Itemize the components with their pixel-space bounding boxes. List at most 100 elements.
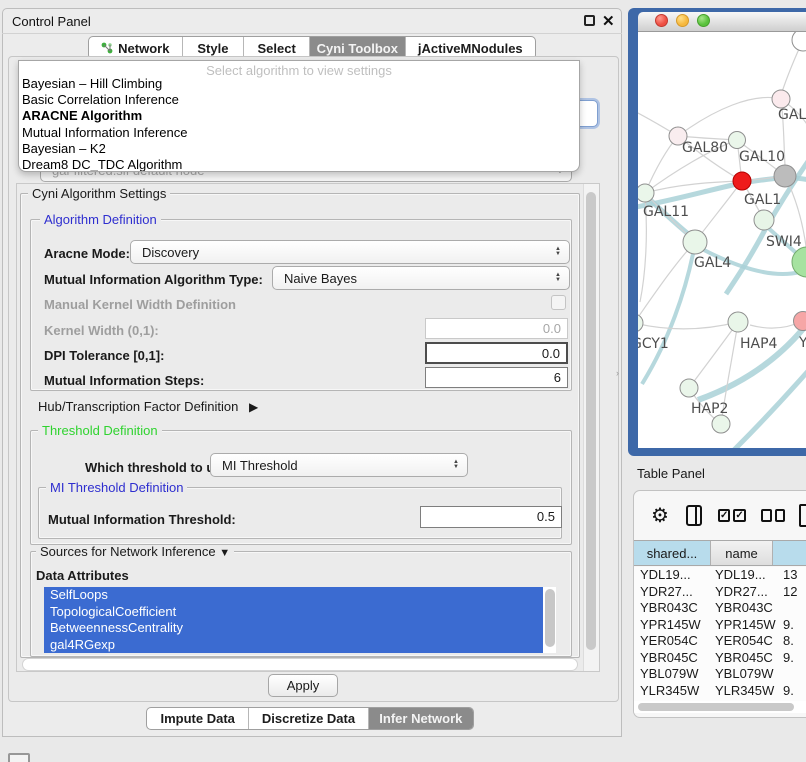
close-icon[interactable]: ✕ xyxy=(602,12,615,30)
combo-value: Discovery xyxy=(142,245,199,260)
table-row[interactable]: YBL079WYBL079W xyxy=(634,666,806,683)
hub-definition-expander[interactable]: Hub/Transcription Factor Definition ▶ xyxy=(38,399,258,414)
close-traffic-light[interactable] xyxy=(655,14,668,27)
node-label: HAP2 xyxy=(691,401,728,417)
table-row[interactable]: YLR345WYLR345W9. xyxy=(634,683,806,700)
edge xyxy=(642,244,695,384)
network-node[interactable] xyxy=(792,32,806,51)
spinner-icon: ▲▼ xyxy=(551,247,569,257)
list-item[interactable]: TopologicalCoefficient xyxy=(44,604,543,621)
manual-kernel-width-label: Manual Kernel Width Definition xyxy=(44,297,236,312)
node-label: GAL4 xyxy=(694,255,731,271)
mi-steps-field[interactable]: 6 xyxy=(425,367,568,388)
zoom-traffic-light[interactable] xyxy=(697,14,710,27)
node-label: SWI4 xyxy=(766,234,802,250)
table-horizontal-scrollbar[interactable] xyxy=(634,701,806,713)
network-node[interactable] xyxy=(772,90,790,108)
spinner-icon: ▲▼ xyxy=(551,273,569,283)
apply-label: Apply xyxy=(287,678,320,693)
edge xyxy=(678,97,781,136)
network-node[interactable] xyxy=(754,210,774,230)
list-item[interactable]: SelfLoops xyxy=(44,587,543,604)
table-toolbar: ⚙ ✓ ✓ xyxy=(634,491,806,539)
network-node[interactable] xyxy=(683,230,707,254)
network-node[interactable] xyxy=(638,314,643,332)
collapse-arrow-icon: ▼ xyxy=(219,547,230,559)
dropdown-item[interactable]: Bayesian – K2 xyxy=(19,141,579,157)
table-row[interactable]: YBR045CYBR045C9. xyxy=(634,650,806,667)
tab-infer-network[interactable]: Infer Network xyxy=(369,708,473,729)
network-icon xyxy=(101,42,113,54)
table-row[interactable]: YBR043CYBR043C xyxy=(634,600,806,617)
table-hscroll-thumb[interactable] xyxy=(638,703,794,711)
dpi-tolerance-field[interactable]: 0.0 xyxy=(425,342,568,364)
bottom-tabs: Impute Data Discretize Data Infer Networ… xyxy=(146,707,474,730)
kernel-width-field[interactable]: 0.0 xyxy=(425,318,568,339)
unchecked-box-icon[interactable] xyxy=(775,509,786,522)
table-panel-title: Table Panel xyxy=(637,466,705,481)
column-header-name[interactable]: name xyxy=(711,541,773,565)
group-title: Algorithm Definition xyxy=(40,213,161,226)
apply-button[interactable]: Apply xyxy=(268,674,338,697)
table-body: YDL19...YDL19...13 YDR27...YDR27...12 YB… xyxy=(634,567,806,701)
group-title: Cyni Algorithm Settings xyxy=(28,187,170,200)
horizontal-scrollbar[interactable] xyxy=(22,658,578,671)
node-label: GAL11 xyxy=(643,204,689,220)
tab-label: Discretize Data xyxy=(262,711,355,726)
dropdown-item[interactable]: Bayesian – Hill Climbing xyxy=(19,76,579,92)
table-row[interactable]: YDR27...YDR27...12 xyxy=(634,584,806,601)
expand-arrow-icon: ▶ xyxy=(249,400,258,414)
vertical-scrollbar-thumb[interactable] xyxy=(586,192,596,650)
column-header-shared[interactable]: shared... xyxy=(634,541,711,565)
gear-icon[interactable]: ⚙ xyxy=(651,503,669,528)
tab-label: Network xyxy=(118,41,169,56)
dpi-tolerance-label: DPI Tolerance [0,1]: xyxy=(44,348,164,363)
mi-threshold-field[interactable]: 0.5 xyxy=(420,506,562,528)
sources-group-title[interactable]: Sources for Network Inference ▼ xyxy=(36,545,234,560)
list-item[interactable]: BetweennessCentrality xyxy=(44,620,543,637)
checked-box-icon[interactable]: ✓ xyxy=(718,509,730,522)
dropdown-item-selected[interactable]: ARACNE Algorithm xyxy=(19,108,579,124)
network-node[interactable] xyxy=(728,312,748,332)
list-scrollbar-thumb[interactable] xyxy=(545,589,555,647)
table-row[interactable]: YER054CYER054C8. xyxy=(634,633,806,650)
tab-impute-data[interactable]: Impute Data xyxy=(147,708,249,729)
screen: Control Panel ✕ Network Style Select Cyn… xyxy=(0,0,806,762)
mi-algorithm-type-combo[interactable]: Naive Bayes ▲▼ xyxy=(272,266,570,290)
column-header-extra[interactable] xyxy=(773,541,806,565)
list-item[interactable]: gal4RGexp xyxy=(44,637,543,654)
table-panel: ⚙ ✓ ✓ shared... name YDL19...YDL19...13 … xyxy=(633,490,806,718)
network-node[interactable] xyxy=(794,312,806,331)
network-node[interactable] xyxy=(733,172,751,190)
node-label: GAL80 xyxy=(682,140,728,156)
unchecked-box-icon[interactable] xyxy=(761,509,772,522)
aracne-mode-combo[interactable]: Discovery ▲▼ xyxy=(130,240,570,264)
float-window-icon[interactable] xyxy=(584,15,595,26)
network-node[interactable] xyxy=(774,165,796,187)
network-canvas[interactable]: GAL GAL80 GAL10 GAL1 GAL11 SWI4 GAL4 GCY… xyxy=(638,32,806,448)
document-icon[interactable] xyxy=(799,504,806,527)
node-label: HAP4 xyxy=(740,336,778,352)
manual-kernel-width-checkbox[interactable] xyxy=(551,295,566,310)
node-label: GAL10 xyxy=(739,149,785,165)
minimize-traffic-light[interactable] xyxy=(676,14,689,27)
checked-box-icon[interactable]: ✓ xyxy=(733,509,745,522)
splitter-handle-icon[interactable]: › xyxy=(616,368,619,378)
table-row[interactable]: YPR145WYPR145W9. xyxy=(634,617,806,634)
dropdown-item[interactable]: Mutual Information Inference xyxy=(19,125,579,141)
network-node[interactable] xyxy=(729,132,746,149)
dropdown-item[interactable]: Dream8 DC_TDC Algorithm xyxy=(19,157,579,172)
corner-widget-icon[interactable] xyxy=(8,753,30,762)
column-layout-icon[interactable] xyxy=(686,505,702,526)
tab-discretize-data[interactable]: Discretize Data xyxy=(249,708,368,729)
network-node[interactable] xyxy=(680,379,698,397)
network-node[interactable] xyxy=(712,415,730,433)
tab-label: Impute Data xyxy=(160,711,234,726)
dropdown-item[interactable]: Basic Correlation Inference xyxy=(19,92,579,108)
control-panel-titlebar xyxy=(2,8,622,34)
tab-label: Style xyxy=(197,41,228,56)
network-node[interactable] xyxy=(638,184,654,202)
which-threshold-combo[interactable]: MI Threshold ▲▼ xyxy=(210,453,468,477)
node-label: GAL xyxy=(778,107,806,123)
table-row[interactable]: YDL19...YDL19...13 xyxy=(634,567,806,584)
